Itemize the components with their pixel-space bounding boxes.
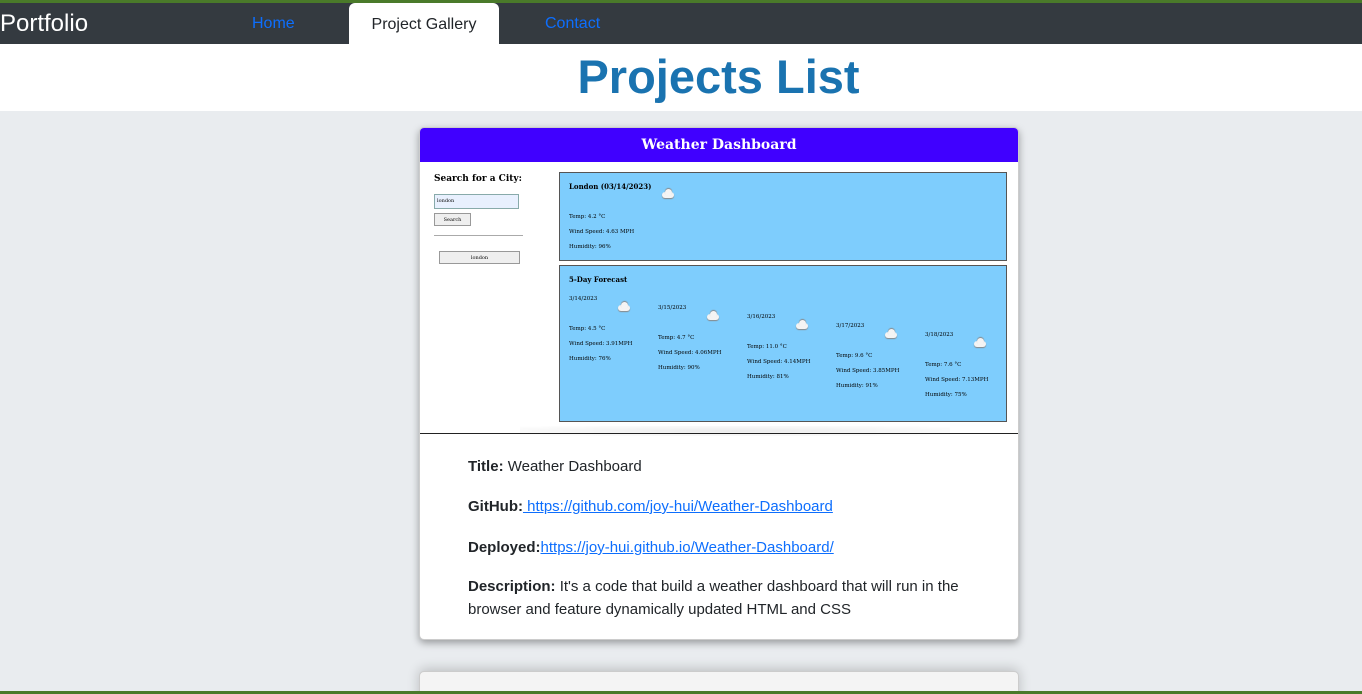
forecast-wind: Wind Speed: 4.06MPH — [658, 350, 722, 356]
screenshot-forecast-heading: 5-Day Forecast — [569, 275, 628, 284]
forecast-temp: Temp: 4.7 °C — [658, 335, 695, 341]
screenshot-current-weather: London (03/14/2023) Temp: 4.2 °C Wind Sp… — [559, 172, 1007, 261]
forecast-temp: Temp: 7.6 °C — [925, 362, 962, 368]
nav-contact-link[interactable]: Contact — [545, 15, 600, 33]
project-deployed-label: Deployed: — [468, 539, 541, 556]
forecast-temp: Temp: 9.6 °C — [836, 353, 873, 359]
forecast-wind: Wind Speed: 7.13MPH — [925, 377, 989, 383]
forecast-wind: Wind Speed: 3.85MPH — [836, 368, 900, 374]
forecast-date: 3/17/2023 — [836, 323, 865, 329]
navbar: Portfolio Home Project Gallery Contact — [0, 3, 1362, 44]
cloud-icon — [661, 189, 675, 198]
screenshot-divider — [434, 235, 523, 236]
screenshot-search-button: Search — [434, 213, 471, 226]
cloud-icon — [706, 311, 720, 320]
forecast-date: 3/14/2023 — [569, 296, 598, 302]
project-screenshot: Weather Dashboard Search for a City: lon… — [420, 128, 1018, 436]
forecast-humidity: Humidity: 81% — [747, 374, 789, 380]
page-title: Projects List — [577, 50, 860, 103]
nav-home-link[interactable]: Home — [252, 15, 295, 33]
forecast-temp: Temp: 4.5 °C — [569, 326, 606, 332]
nav-project-gallery-tab[interactable]: Project Gallery — [349, 3, 499, 44]
project-card: Weather Dashboard Search for a City: lon… — [419, 127, 1019, 640]
forecast-temp: Temp: 11.0 °C — [747, 344, 787, 350]
project-title-row: Title: Weather Dashboard — [468, 458, 642, 475]
screenshot-shadow — [520, 426, 950, 436]
forecast-humidity: Humidity: 91% — [836, 383, 878, 389]
project-title-value: Weather Dashboard — [507, 458, 642, 475]
project-deployed-row: Deployed:https://joy-hui.github.io/Weath… — [468, 539, 834, 556]
screenshot-search-label: Search for a City: — [434, 174, 522, 184]
screenshot-current-humidity: Humidity: 96% — [569, 244, 611, 250]
project-deployed-link[interactable]: https://joy-hui.github.io/Weather-Dashbo… — [541, 539, 834, 556]
page-frame: Portfolio Home Project Gallery Contact P… — [0, 3, 1362, 691]
next-project-card — [419, 671, 1019, 691]
project-github-label: GitHub: — [468, 498, 523, 515]
cloud-icon — [973, 338, 987, 347]
project-description-row: Description: It's a code that build a we… — [468, 575, 988, 621]
screenshot-current-heading: London (03/14/2023) — [569, 182, 652, 191]
screenshot-history-button: london — [439, 251, 520, 264]
forecast-date: 3/16/2023 — [747, 314, 776, 320]
screenshot-current-wind: Wind Speed: 4.63 MPH — [569, 229, 635, 235]
screenshot-app-title: Weather Dashboard — [420, 128, 1018, 162]
screenshot-forecast: 5-Day Forecast 3/14/2023 Temp: 4.5 °C Wi… — [559, 265, 1007, 422]
forecast-date: 3/15/2023 — [658, 305, 687, 311]
brand-link[interactable]: Portfolio — [0, 9, 88, 39]
project-github-link[interactable]: https://github.com/joy-hui/Weather-Dashb… — [523, 498, 833, 515]
page-header: Projects List — [0, 44, 1362, 111]
project-github-row: GitHub: https://github.com/joy-hui/Weath… — [468, 498, 833, 515]
forecast-humidity: Humidity: 76% — [569, 356, 611, 362]
forecast-humidity: Humidity: 90% — [658, 365, 700, 371]
forecast-wind: Wind Speed: 4.14MPH — [747, 359, 811, 365]
cloud-icon — [884, 329, 898, 338]
project-title-label: Title: — [468, 458, 504, 475]
cloud-icon — [795, 320, 809, 329]
project-description-label: Description: — [468, 578, 556, 595]
forecast-humidity: Humidity: 75% — [925, 392, 967, 398]
cloud-icon — [617, 302, 631, 311]
forecast-wind: Wind Speed: 3.91MPH — [569, 341, 633, 347]
forecast-date: 3/18/2023 — [925, 332, 954, 338]
screenshot-search-input: london — [434, 194, 519, 209]
screenshot-current-temp: Temp: 4.2 °C — [569, 214, 606, 220]
